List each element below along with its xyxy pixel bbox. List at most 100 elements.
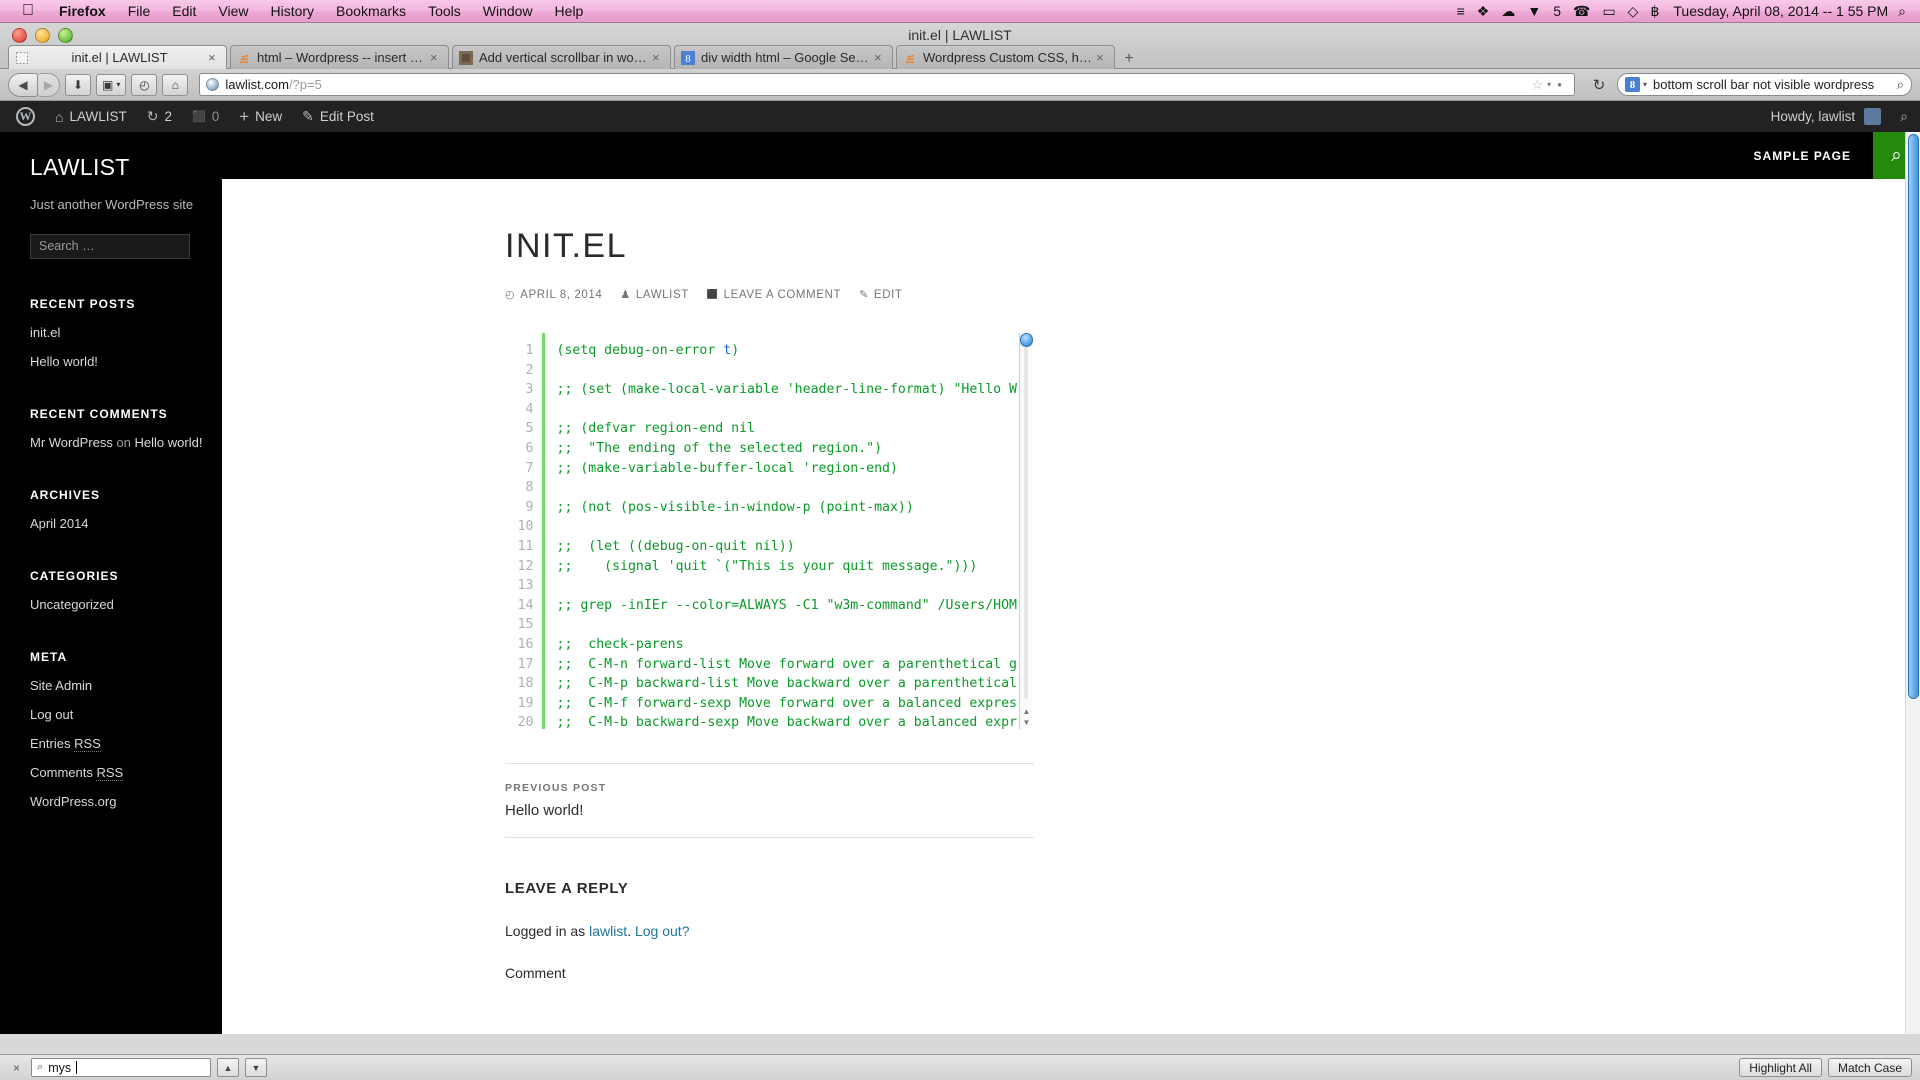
sidebar-item-entries-rss[interactable]: Entries RSS [30, 736, 222, 752]
menubar-clock[interactable]: Tuesday, April 08, 2014 -- 1 55 PM [1669, 3, 1898, 19]
menu-firefox[interactable]: Firefox [48, 3, 117, 19]
sidebar-item-log-out[interactable]: Log out [30, 707, 222, 722]
sidebar-item-wordpress-org[interactable]: WordPress.org [30, 794, 222, 809]
home-icon: ⌂ [55, 108, 64, 125]
menu-window[interactable]: Window [472, 3, 544, 19]
menu-tools[interactable]: Tools [417, 3, 472, 19]
tab-label: Add vertical scrollbar in wordpr... [479, 50, 648, 65]
phone-icon[interactable]: ☎ [1573, 3, 1590, 20]
sidebar-item-init-el[interactable]: init.el [30, 325, 222, 340]
forward-button[interactable]: ▶ [38, 72, 60, 97]
bluetooth-icon[interactable]: ฿ [1650, 3, 1659, 20]
admin-bar-site-name[interactable]: ⌂ LAWLIST [45, 101, 137, 132]
menu-history[interactable]: History [259, 3, 325, 19]
previous-post-link[interactable]: Hello world! [505, 802, 1034, 819]
new-tab-button[interactable]: + [1118, 49, 1140, 69]
tab-init-el[interactable]: init.el | LAWLIST × [8, 45, 227, 69]
admin-bar-howdy[interactable]: Howdy, lawlist ⌕ [1771, 108, 1914, 125]
post-date[interactable]: ◴ APRIL 8, 2014 [505, 288, 603, 302]
spotlight-icon[interactable]: ⌕ [1898, 3, 1920, 20]
current-user-link[interactable]: lawlist [589, 923, 627, 939]
mail-icon[interactable]: ▼ [1527, 3, 1541, 19]
close-icon[interactable]: × [874, 51, 886, 64]
theme-top-nav: SAMPLE PAGE ⌕ [222, 132, 1920, 179]
post-comment-link[interactable]: ⬛ LEAVE A COMMENT [707, 289, 841, 301]
code-vertical-scrollbar[interactable]: ▲ ▼ [1019, 333, 1033, 729]
sidebar-item-april-2014[interactable]: April 2014 [30, 516, 222, 531]
menu-view[interactable]: View [207, 3, 259, 19]
post-edit-link[interactable]: ✎ EDIT [859, 288, 903, 302]
sidebar-item-comments-rss[interactable]: Comments RSS [30, 765, 222, 781]
bookmarks-button[interactable]: ▣ ▾ [96, 73, 127, 96]
back-button[interactable]: ◀ [8, 72, 38, 97]
find-next-button[interactable]: ▼ [245, 1058, 268, 1077]
sidebar-item-uncategorized[interactable]: Uncategorized [30, 597, 222, 612]
menu-file[interactable]: File [117, 3, 162, 19]
find-input[interactable]: ⌕ mys [31, 1058, 212, 1077]
admin-bar-updates[interactable]: ↻ 2 [137, 101, 182, 132]
menu-bookmarks[interactable]: Bookmarks [325, 3, 417, 19]
page-scrollbar-thumb[interactable] [1908, 134, 1919, 699]
url-path: /?p=5 [288, 77, 322, 92]
sidebar-item-recent-comment[interactable]: Mr WordPress on Hello world! [30, 435, 222, 450]
nav-item-sample-page[interactable]: SAMPLE PAGE [1754, 149, 1873, 163]
sidebar-item-site-admin[interactable]: Site Admin [30, 678, 222, 693]
highlight-all-button[interactable]: Highlight All [1739, 1058, 1822, 1077]
display-icon[interactable]: ▭ [1602, 3, 1615, 20]
post-date-label: APRIL 8, 2014 [520, 288, 603, 301]
search-icon[interactable]: ⌕ [1897, 77, 1904, 93]
comment-post[interactable]: Hello world! [135, 435, 203, 450]
chevron-down-icon[interactable]: ▾ [1547, 80, 1551, 89]
rss-icon[interactable]: ● [1557, 80, 1562, 89]
reload-button[interactable]: ↻ [1586, 74, 1612, 96]
admin-bar-edit-post[interactable]: ✎ Edit Post [292, 101, 384, 132]
post-author[interactable]: ♟ LAWLIST [620, 288, 688, 302]
search-input[interactable]: bottom scroll bar not visible wordpress [1647, 77, 1897, 92]
firefox-window: init.el | LAWLIST init.el | LAWLIST × ht… [0, 23, 1920, 1080]
match-case-button[interactable]: Match Case [1827, 1058, 1912, 1077]
sidebar-item-hello-world[interactable]: Hello world! [30, 354, 222, 369]
url-bar[interactable]: lawlist.com /?p=5 ☆ ▾ ● [199, 73, 1575, 96]
edit-label: EDIT [873, 288, 903, 301]
find-input-value: mys [48, 1060, 72, 1075]
dropbox-icon[interactable]: ❖ [1477, 3, 1490, 20]
tab-wordpress-custom-css[interactable]: Wordpress Custom CSS, horizon... × [896, 45, 1115, 69]
code-block[interactable]: 1 2 3 4 5 6 7 8 9 10 11 12 13 14 15 16 1… [505, 333, 1034, 729]
scrollbar-track[interactable] [1024, 347, 1028, 699]
apple-menu-icon[interactable]:  [22, 3, 34, 19]
entries-label: Entries [30, 736, 75, 751]
code-block-inner: 1 2 3 4 5 6 7 8 9 10 11 12 13 14 15 16 1… [505, 333, 1017, 729]
admin-bar-new[interactable]: + New [229, 101, 292, 132]
close-icon[interactable]: × [652, 51, 664, 64]
menu-help[interactable]: Help [544, 3, 595, 19]
scroll-up-icon[interactable]: ▲ [1022, 708, 1031, 716]
close-icon[interactable]: × [8, 1061, 25, 1075]
menu-edit[interactable]: Edit [161, 3, 207, 19]
downloads-button[interactable]: ⬇ [65, 73, 91, 96]
sidebar-search-input[interactable]: Search … [30, 234, 190, 259]
tab-div-width-google-search[interactable]: 8 div width html – Google Search × [674, 45, 893, 69]
close-icon[interactable]: × [1096, 51, 1108, 64]
page-vertical-scrollbar[interactable] [1905, 132, 1920, 1034]
admin-bar-comments[interactable]: ⬛ 0 [182, 101, 229, 132]
cloud-icon[interactable]: ☁ [1501, 3, 1515, 20]
history-button[interactable]: ◴ [131, 73, 158, 96]
wp-logo-menu[interactable]: W [6, 101, 45, 132]
logout-link[interactable]: Log out? [635, 923, 690, 939]
tab-html-wordpress[interactable]: html – Wordpress -- insert dat... × [230, 45, 449, 69]
search-engine-icon[interactable]: 8 [1625, 77, 1640, 92]
find-previous-button[interactable]: ▲ [217, 1058, 240, 1077]
comment-author[interactable]: Mr WordPress [30, 435, 113, 450]
scroll-down-icon[interactable]: ▼ [1022, 719, 1031, 727]
bookmark-star-icon[interactable]: ☆ [1531, 77, 1543, 93]
airport-icon[interactable]: ◇ [1628, 3, 1639, 20]
scrollbar-thumb[interactable] [1020, 333, 1033, 347]
close-icon[interactable]: × [208, 51, 220, 64]
alfred-icon[interactable]: ≡ [1457, 3, 1465, 19]
search-bar[interactable]: 8 ▾ bottom scroll bar not visible wordpr… [1617, 73, 1912, 96]
search-icon[interactable]: ⌕ [1890, 108, 1908, 125]
close-icon[interactable]: × [430, 51, 442, 64]
home-button[interactable]: ⌂ [162, 73, 189, 96]
site-title[interactable]: LAWLIST [30, 154, 222, 181]
tab-add-vertical-scrollbar[interactable]: Add vertical scrollbar in wordpr... × [452, 45, 671, 69]
